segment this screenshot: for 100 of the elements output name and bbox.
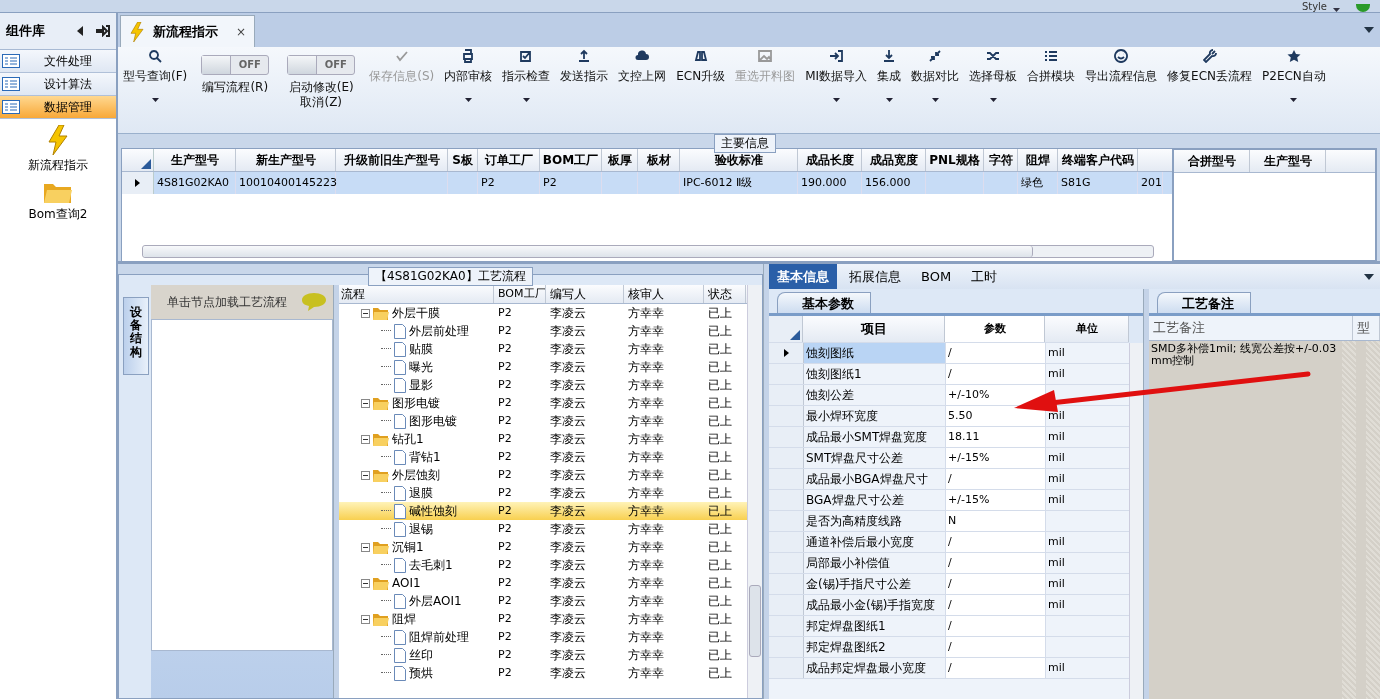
parameter-row[interactable]: 成品最小BGA焊盘尺寸 / mil <box>769 469 1129 490</box>
tree-row[interactable]: 曝光 P2 李凌云 方幸幸 已上 <box>339 358 747 376</box>
parameter-row[interactable]: 是否为高精度线路 N <box>769 511 1129 532</box>
tree-row[interactable]: 图形电镀 P2 李凌云 方幸幸 已上 <box>339 412 747 430</box>
parameter-row[interactable]: 成品最小金(锡)手指宽度 / mil <box>769 595 1129 616</box>
tree-row[interactable]: 预烘 P2 李凌云 方幸幸 已上 <box>339 664 747 682</box>
tree-row[interactable]: 外层蚀刻 P2 李凌云 方幸幸 已上 <box>339 466 747 484</box>
tree-row[interactable]: 退锡 P2 李凌云 方幸幸 已上 <box>339 520 747 538</box>
toggle-button[interactable]: OFF 启动修改(E) 取消(Z) <box>278 49 365 110</box>
column-header[interactable]: 单位 <box>1045 316 1129 342</box>
tree-row[interactable]: 去毛刺1 P2 李凌云 方幸幸 已上 <box>339 556 747 574</box>
tab[interactable]: 工时 <box>963 264 1006 289</box>
column-header[interactable]: 参数 <box>945 316 1045 342</box>
corner-icon[interactable] <box>141 159 151 169</box>
corner-icon[interactable] <box>790 330 800 340</box>
toolbar-button[interactable]: MI数据导入 <box>800 49 873 102</box>
column-header[interactable]: BOM工厂 <box>540 149 602 171</box>
toolbar-button[interactable]: 合拼模块 <box>1022 49 1081 85</box>
column-header[interactable]: BOM工厂 <box>494 285 546 303</box>
parameter-row[interactable]: 局部最小补偿值 / mil <box>769 553 1129 574</box>
column-header[interactable]: 字符 <box>984 149 1018 171</box>
column-header[interactable]: S板 <box>448 149 478 171</box>
vertical-scrollbar[interactable] <box>747 285 762 698</box>
toolbar-button[interactable]: 修复ECN丢流程 <box>1162 49 1258 85</box>
tree-row[interactable]: 钻孔1 P2 李凌云 方幸幸 已上 <box>339 430 747 448</box>
collapse-icon[interactable] <box>361 542 370 552</box>
column-header[interactable]: 生产型号 <box>1250 150 1326 172</box>
column-header[interactable]: 生产型号 <box>154 149 236 171</box>
parameter-row[interactable]: 金(锡)手指尺寸公差 / mil <box>769 574 1129 595</box>
collapse-icon[interactable] <box>361 578 370 588</box>
column-header[interactable]: 验收标准 <box>680 149 798 171</box>
tree-row[interactable]: 阻焊 P2 李凌云 方幸幸 已上 <box>339 610 747 628</box>
toolbar-button[interactable]: 集成 <box>872 49 907 102</box>
column-header[interactable]: 成品长度 <box>798 149 862 171</box>
parameter-row[interactable]: 通道补偿后最小宽度 / mil <box>769 532 1129 553</box>
column-header[interactable]: PNL规格 <box>926 149 984 171</box>
tree-row[interactable]: 显影 P2 李凌云 方幸幸 已上 <box>339 376 747 394</box>
column-header[interactable]: 板材 <box>638 149 680 171</box>
tree-row[interactable]: 外层前处理 P2 李凌云 方幸幸 已上 <box>339 322 747 340</box>
toolbar-button[interactable]: 数据对比 <box>906 49 965 102</box>
panel-tab[interactable]: 工艺备注 <box>1157 292 1251 313</box>
tree-row[interactable]: 退膜 P2 李凌云 方幸幸 已上 <box>339 484 747 502</box>
sidebar-item[interactable]: 数据管理 <box>0 96 116 119</box>
column-header[interactable]: 板厚 <box>602 149 638 171</box>
column-header[interactable]: 状态 <box>704 285 746 303</box>
toolbar-button[interactable]: 型号查询(F) <box>118 49 193 102</box>
vertical-scrollbar[interactable] <box>1129 343 1143 699</box>
column-header[interactable]: 型 <box>1353 316 1380 340</box>
parameter-row[interactable]: 成品最小SMT焊盘宽度 18.11 mil <box>769 427 1129 448</box>
vertical-scrollbar[interactable] <box>1342 341 1356 699</box>
column-header[interactable]: 订单工厂 <box>478 149 540 171</box>
pin-icon[interactable] <box>96 25 110 37</box>
tree-row[interactable]: AOI1 P2 李凌云 方幸幸 已上 <box>339 574 747 592</box>
column-header[interactable]: 终端客户代码 <box>1058 149 1138 171</box>
horizontal-scrollbar[interactable] <box>142 245 1154 258</box>
toggle-switch[interactable]: OFF <box>201 55 270 75</box>
toolbar-button[interactable]: 发送指示 <box>555 49 614 85</box>
tree-row[interactable]: 阻焊前处理 P2 李凌云 方幸幸 已上 <box>339 628 747 646</box>
tab[interactable]: 拓展信息 <box>841 264 909 289</box>
tree-row[interactable]: 丝印 P2 李凌云 方幸幸 已上 <box>339 646 747 664</box>
toolbar-button[interactable]: ECN升级 <box>671 49 731 85</box>
panel-tab[interactable]: 基本参数 <box>777 292 871 313</box>
parameter-row[interactable]: 邦定焊盘图纸2 / <box>769 637 1129 658</box>
dropdown-icon[interactable] <box>1364 27 1374 33</box>
toolbar-button[interactable]: P2ECN自动 <box>1257 49 1331 102</box>
tree-row[interactable]: 图形电镀 P2 李凌云 方幸幸 已上 <box>339 394 747 412</box>
toolbar-button[interactable]: 选择母板 <box>964 49 1023 102</box>
tree-row[interactable]: 外层AOI1 P2 李凌云 方幸幸 已上 <box>339 592 747 610</box>
collapse-icon[interactable] <box>361 434 370 444</box>
vertical-tab[interactable]: 设备结构 <box>123 297 149 375</box>
column-header[interactable]: 合拼型号 <box>1174 150 1250 172</box>
shortcut-item[interactable]: 新流程指示 <box>0 125 116 174</box>
parameter-row[interactable]: 邦定焊盘图纸1 / <box>769 616 1129 637</box>
parameter-row[interactable]: 成品邦定焊盘最小宽度 / mil <box>769 658 1129 679</box>
toggle-switch[interactable]: OFF <box>287 55 356 75</box>
tree-row[interactable]: 贴膜 P2 李凌云 方幸幸 已上 <box>339 340 747 358</box>
collapse-icon[interactable] <box>76 26 84 36</box>
toolbar-button[interactable]: 内部审核 <box>439 49 498 102</box>
toolbar-button[interactable]: 导出流程信息 <box>1080 49 1163 85</box>
tree-row[interactable]: 外层干膜 P2 李凌云 方幸幸 已上 <box>339 304 747 322</box>
parameter-row[interactable]: 蚀刻图纸1 / mil <box>769 364 1129 385</box>
column-header[interactable]: 核审人 <box>624 285 704 303</box>
collapse-icon[interactable] <box>361 308 370 318</box>
shortcut-item[interactable]: Bom查询2 <box>0 180 116 223</box>
parameter-row[interactable]: SMT焊盘尺寸公差 +/-15% mil <box>769 448 1129 469</box>
tab[interactable]: 基本信息 <box>769 264 837 289</box>
tree-row[interactable]: 背钻1 P2 李凌云 方幸幸 已上 <box>339 448 747 466</box>
dropdown-icon[interactable] <box>1364 274 1374 280</box>
column-header[interactable]: 流程 <box>339 285 494 303</box>
toggle-button[interactable]: OFF 编写流程(R) <box>192 49 279 95</box>
document-tab[interactable]: 新流程指示 × <box>120 15 256 47</box>
style-menu[interactable]: Style <box>1301 1 1327 12</box>
column-header[interactable]: 编写人 <box>546 285 624 303</box>
sidebar-item[interactable]: 文件处理 <box>0 50 116 73</box>
column-header[interactable]: 阻焊 <box>1018 149 1058 171</box>
close-icon[interactable]: × <box>236 24 247 39</box>
tree-row[interactable]: 碱性蚀刻 P2 李凌云 方幸幸 已上 <box>339 502 747 520</box>
toolbar-button[interactable]: 指示检查 <box>497 49 556 102</box>
collapse-icon[interactable] <box>361 614 370 624</box>
toolbar-button[interactable]: 文控上网 <box>613 49 672 85</box>
